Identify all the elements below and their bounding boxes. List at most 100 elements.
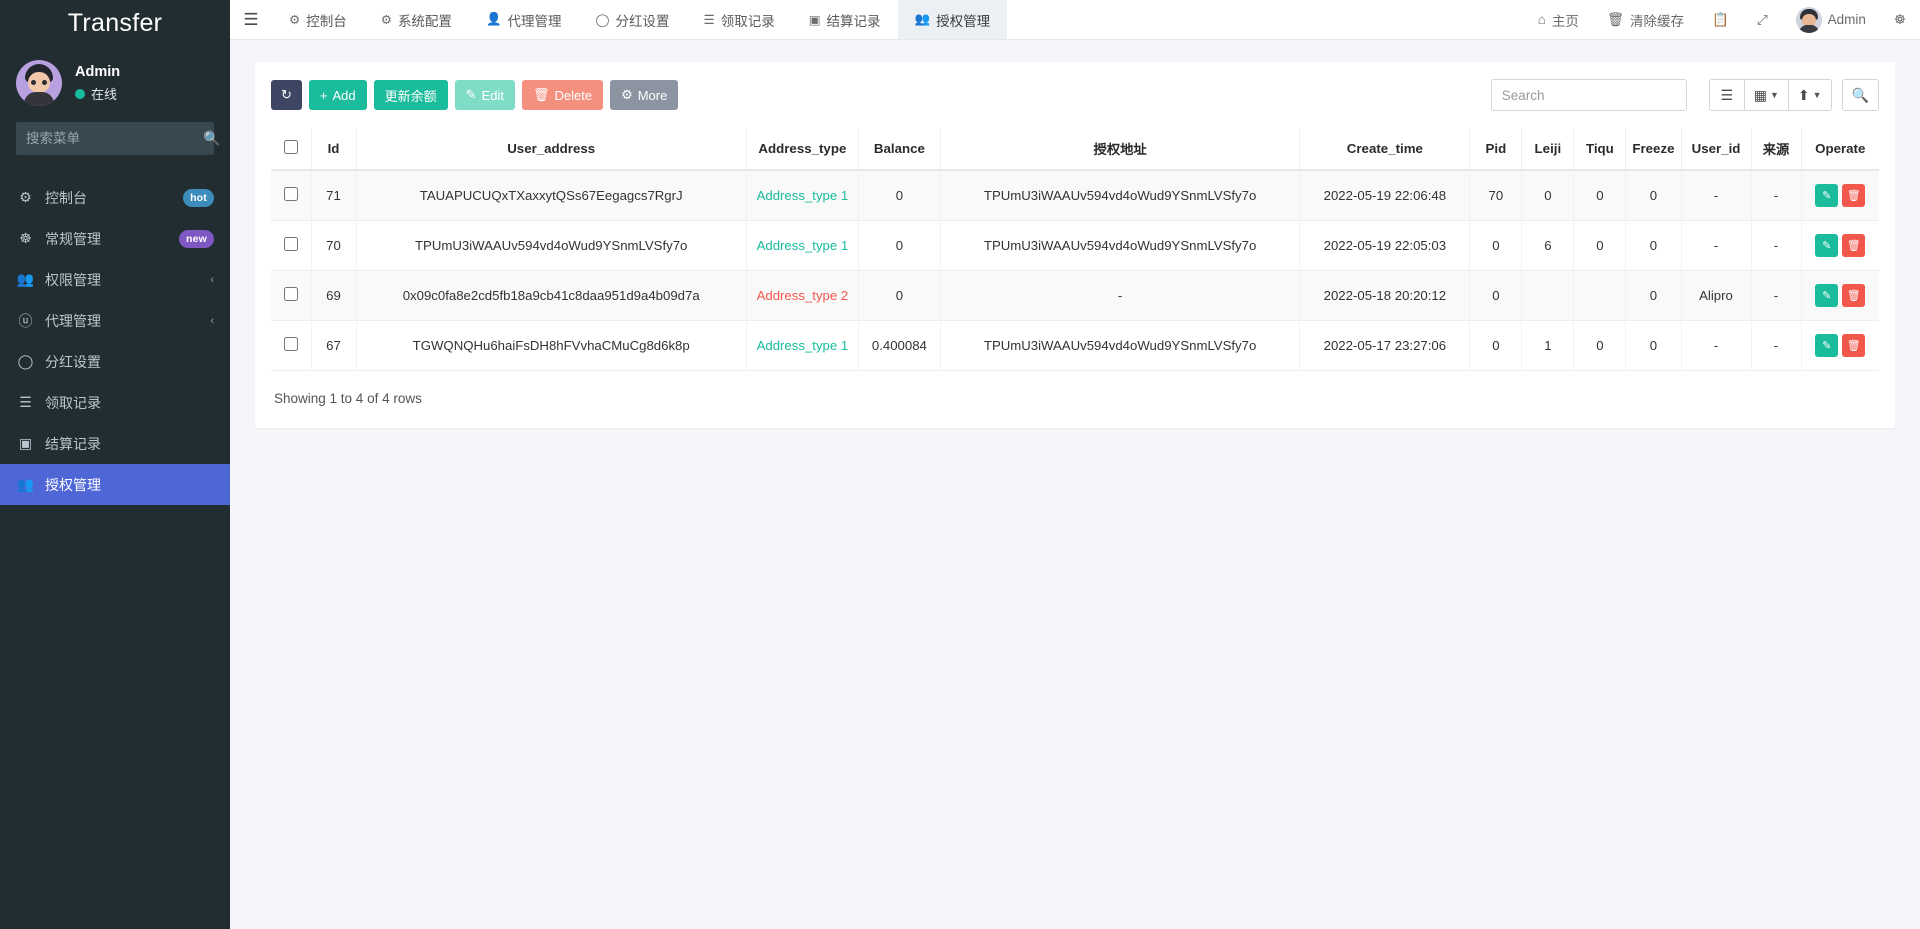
menu-search-input[interactable] [26,131,203,146]
more-label: More [638,88,668,103]
gears-icon: ☸ [16,230,35,247]
cell-address-type: Address_type 2 [746,271,858,321]
user-circle-icon: ⓤ [16,311,35,331]
tab-label: 分红设置 [616,10,670,30]
top-nav-tabs: ⚙控制台⚙系统配置👤代理管理◯分红设置☰领取记录▣结算记录 👥 授权管理 [272,0,1007,39]
columns-icon[interactable]: ▦▼ [1745,79,1789,111]
user-icon: 👤 [486,12,502,27]
sidebar-item-5[interactable]: ☰领取记录 [0,382,230,423]
sidebar-item-6[interactable]: ▣结算记录 [0,423,230,464]
refresh-button[interactable]: ↻ [271,80,302,110]
cell-tiqu [1574,271,1626,321]
cell-leiji [1522,271,1574,321]
cell-balance: 0.400084 [858,321,940,371]
sidebar-item-7[interactable]: 👥授权管理 [0,464,230,505]
users-icon: 👥 [16,271,35,288]
add-button[interactable]: + Add [309,80,367,110]
sidebar-item-4[interactable]: ◯分红设置 [0,341,230,382]
delete-label: Delete [554,88,592,103]
row-edit-button[interactable]: ✎ [1815,334,1838,357]
content-region: ↻ + Add 更新余额 ✎ Edit 🗑 Delete [230,40,1920,428]
topbar-action-3[interactable]: ⤢ [1743,0,1782,39]
list-view-icon[interactable]: ☰ [1709,79,1745,111]
column-header: Id [311,128,356,170]
cell-operate: ✎🗑 [1801,271,1879,321]
select-all-header [271,128,311,170]
column-header: Freeze [1626,128,1681,170]
export-icon[interactable]: ⬆▼ [1789,79,1832,111]
tab-4[interactable]: ☰领取记录 [687,0,792,39]
topbar-action-label: 清除缓存 [1630,10,1684,30]
table-row[interactable]: 67TGWQNQHu6haiFsDH8hFVvhaCMuCg8d6k8pAddr… [271,321,1879,371]
edit-button[interactable]: ✎ Edit [455,80,515,110]
address-type-badge: Address_type 1 [757,188,849,203]
topbar-action-5[interactable]: ☸ [1880,0,1920,39]
tab-3[interactable]: ◯分红设置 [579,0,687,39]
delete-button[interactable]: 🗑 Delete [522,80,603,110]
sidebar-user-panel[interactable]: Admin 在线 [0,46,230,120]
cell-create-time: 2022-05-17 23:27:06 [1300,321,1470,371]
sidebar-item-label: 常规管理 [45,229,169,249]
row-delete-button[interactable]: 🗑 [1842,234,1865,257]
cell-pid: 0 [1470,271,1522,321]
table-row[interactable]: 71TAUAPUCUQxTXaxxytQSs67Eegagcs7RgrJAddr… [271,170,1879,221]
search-icon[interactable]: 🔍 [1842,79,1879,111]
table-body: 71TAUAPUCUQxTXaxxytQSs67Eegagcs7RgrJAddr… [271,170,1879,371]
online-dot-icon [75,89,85,99]
search-icon[interactable]: 🔍 [203,130,220,147]
row-edit-button[interactable]: ✎ [1815,284,1838,307]
sidebar-search[interactable]: 🔍 [16,122,214,155]
sidebar-item-2[interactable]: 👥权限管理‹ [0,259,230,300]
update-balance-button[interactable]: 更新余额 [374,80,448,110]
topbar-action-2[interactable]: 📋 [1698,0,1743,39]
column-header: Operate [1801,128,1879,170]
id-card-icon: ▣ [16,435,35,452]
select-all-checkbox[interactable] [284,140,298,154]
cell-pid: 70 [1470,170,1522,221]
tab-label: 控制台 [306,10,347,30]
table-search-input[interactable] [1491,79,1687,111]
row-checkbox[interactable] [284,287,298,301]
tab-label: 授权管理 [936,10,990,30]
cell-user-address: TPUmU3iWAAUv594vd4oWud9YSnmLVSfy7o [356,221,746,271]
sidebar-item-3[interactable]: ⓤ代理管理‹ [0,300,230,341]
cell-freeze: 0 [1626,321,1681,371]
topbar-action-0[interactable]: ⌂主页 [1524,0,1593,39]
sidebar-item-label: 分红设置 [45,352,214,372]
row-delete-button[interactable]: 🗑 [1842,184,1865,207]
row-checkbox[interactable] [284,187,298,201]
row-checkbox[interactable] [284,337,298,351]
topbar-action-1[interactable]: 🗑清除缓存 [1593,0,1698,39]
users-icon: 👥 [915,12,931,27]
authorization-table: IdUser_addressAddress_typeBalance授权地址Cre… [271,128,1879,371]
cell-freeze: 0 [1626,271,1681,321]
row-select-cell [271,170,311,221]
tab-5[interactable]: ▣结算记录 [792,0,898,39]
row-delete-button[interactable]: 🗑 [1842,334,1865,357]
tab-2[interactable]: 👤代理管理 [469,0,579,39]
sidebar-item-0[interactable]: ⚙控制台hot [0,177,230,218]
cell-freeze: 0 [1626,170,1681,221]
column-header: Create_time [1300,128,1470,170]
topbar-action-4[interactable]: Admin [1782,0,1880,39]
table-row[interactable]: 690x09c0fa8e2cd5fb18a9cb41c8daa951d9a4b0… [271,271,1879,321]
sidebar-item-1[interactable]: ☸常规管理new [0,218,230,259]
hamburger-icon[interactable]: ☰ [230,0,272,39]
column-header: Pid [1470,128,1522,170]
row-edit-button[interactable]: ✎ [1815,234,1838,257]
cell-id: 69 [311,271,356,321]
row-delete-button[interactable]: 🗑 [1842,284,1865,307]
tab-0[interactable]: ⚙控制台 [272,0,364,39]
row-edit-button[interactable]: ✎ [1815,184,1838,207]
cell-pid: 0 [1470,321,1522,371]
toolbar-right: ☰ ▦▼ ⬆▼ 🔍 [1491,79,1879,111]
row-checkbox[interactable] [284,237,298,251]
more-button[interactable]: ⚙ More [610,80,678,110]
fullscreen-icon: ⤢ [1757,12,1768,28]
tab-1[interactable]: ⚙系统配置 [364,0,469,39]
table-row[interactable]: 70TPUmU3iWAAUv594vd4oWud9YSnmLVSfy7oAddr… [271,221,1879,271]
tab-6[interactable]: 👥 授权管理 [898,0,1008,39]
dashboard-icon: ⚙ [16,189,35,206]
refresh-icon: ↻ [281,87,292,103]
users-icon: 👥 [16,476,35,493]
